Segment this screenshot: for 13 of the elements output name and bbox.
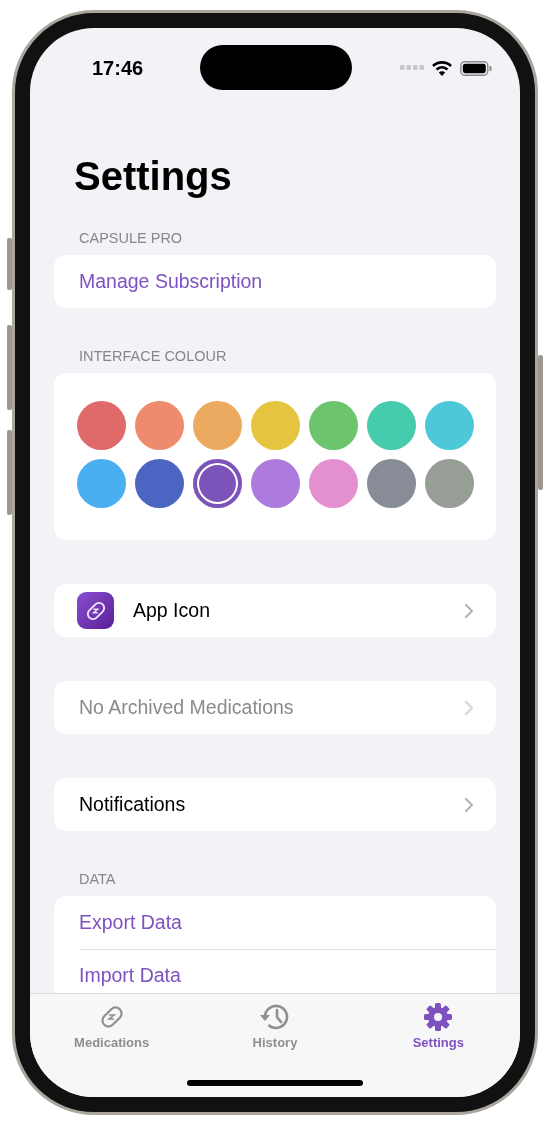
action-link[interactable]: Export Data [79,911,474,934]
status-time: 17:46 [92,56,144,80]
tab-item[interactable]: Settings [412,1035,464,1050]
tab-item[interactable]: History [252,1035,298,1050]
section-header: CAPSULE PRO [78,230,184,248]
action-link[interactable]: Import Data [79,964,474,987]
section-header: INTERFACE COLOUR [78,348,228,366]
section-header: DATA [78,871,117,889]
action-link[interactable]: Manage Subscription [79,270,474,293]
settings-row-label[interactable]: Notifications [79,793,464,816]
settings-row-label[interactable]: App Icon [133,599,464,622]
tab-item[interactable]: Medications [74,1035,150,1050]
page-title: Settings [74,153,233,200]
